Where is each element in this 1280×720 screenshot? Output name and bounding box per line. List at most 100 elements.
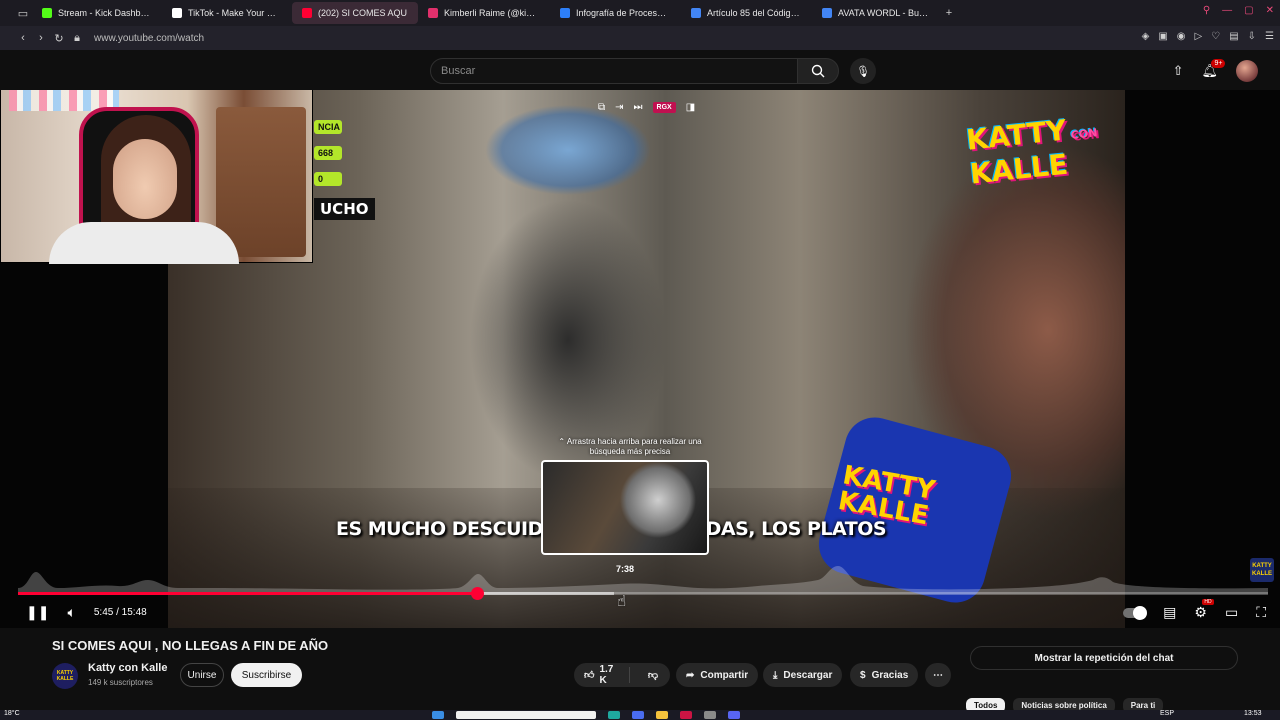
tab-label: TikTok - Make Your Day — [188, 8, 282, 18]
tab-label: AVATA WORDL - Buscar c — [838, 8, 930, 18]
progress-scrubber[interactable] — [471, 587, 484, 600]
thanks-button[interactable]: $ Gracias — [850, 663, 919, 687]
screenshot-icon[interactable]: ▣ — [1158, 31, 1167, 42]
join-button[interactable]: Unirse — [180, 663, 224, 687]
windows-start-icon[interactable] — [432, 711, 444, 719]
upload-icon[interactable]: ⇧ — [1173, 63, 1184, 79]
search-input[interactable]: Buscar — [430, 58, 798, 84]
minimize-icon[interactable]: — — [1222, 5, 1232, 16]
download-label: Descargar — [783, 669, 833, 681]
forward-icon[interactable]: › — [32, 32, 50, 44]
tab-youtube[interactable]: (202) SI COMES AQU — [292, 2, 418, 24]
channel-watermark[interactable]: KATTY KALLE — [1250, 558, 1274, 582]
volume-icon[interactable]: 🔈︎ — [67, 604, 75, 621]
reload-icon[interactable]: ↻ — [50, 32, 68, 45]
time-display: 5:45 / 15:48 — [93, 607, 147, 618]
popout-icon[interactable]: ⧉ — [598, 102, 605, 113]
subscribe-button[interactable]: Suscribirse — [231, 663, 302, 687]
maximize-icon[interactable]: ▢ — [1244, 5, 1253, 16]
search-tabs-icon[interactable]: ⚲ — [1203, 5, 1210, 16]
player-controls: ❚❚ 🔈︎ 5:45 / 15:48 ▤ ⚙ HD ▭ ⛶ — [0, 599, 1280, 628]
more-actions-button[interactable]: ⋯ — [925, 663, 951, 687]
taskbar-apps — [432, 711, 740, 719]
download-icon: ⤓ — [773, 669, 778, 681]
tiktok-icon — [172, 8, 182, 18]
notification-badge: 9+ — [1211, 59, 1226, 68]
fullscreen-icon[interactable]: ⛶ — [1256, 604, 1266, 621]
back-icon[interactable]: ‹ — [14, 32, 32, 44]
discord-icon[interactable] — [728, 711, 740, 719]
wallet-icon[interactable]: ▤ — [1229, 31, 1238, 42]
share-icon: ➦ — [686, 669, 695, 681]
rgx-button[interactable]: RGX — [652, 102, 676, 113]
theater-mode-icon[interactable]: ▭ — [1225, 604, 1238, 621]
tab-kick[interactable]: Stream - Kick Dashboard — [32, 2, 162, 24]
header-actions: ⇧ 🔔︎ 9+ — [1173, 59, 1258, 82]
streamer-webcam-overlay — [0, 90, 313, 264]
opera-icon[interactable] — [680, 711, 692, 719]
browser-tab-bar: ▭ Stream - Kick Dashboard TikTok - Make … — [0, 0, 1280, 26]
tab-articulo[interactable]: Artículo 85 del Código P — [681, 2, 812, 24]
google-icon — [822, 8, 832, 18]
download-icon[interactable]: ⇩ — [1248, 31, 1256, 42]
thumbs-down-icon: 👎︎ — [647, 670, 658, 681]
store-icon[interactable] — [632, 711, 644, 719]
tab-instagram[interactable]: Kimberli Raime (@kimica — [418, 2, 550, 24]
dislike-button[interactable]: 👎︎ — [636, 669, 670, 681]
like-button[interactable]: 👍︎ 1.7 K — [574, 664, 630, 686]
tab-label: Kimberli Raime (@kimica — [444, 8, 540, 18]
pause-icon[interactable]: ❚❚ — [26, 604, 49, 621]
miniplayer-icon[interactable]: ◨ — [686, 102, 695, 113]
sidebar-icon[interactable]: ☰ — [1265, 31, 1274, 42]
share-label: Compartir — [700, 669, 749, 681]
thumbs-up-icon: 👍︎ — [584, 670, 595, 681]
tab-avata[interactable]: AVATA WORDL - Buscar c — [812, 2, 940, 24]
ticker-caption: UCHO — [314, 198, 375, 220]
microphone-icon: 🎙︎ — [856, 65, 870, 78]
tab-overview-icon[interactable]: ▭ — [14, 7, 32, 20]
search-button[interactable] — [797, 58, 839, 84]
close-icon[interactable]: ✕ — [1266, 5, 1274, 16]
files-icon[interactable] — [656, 711, 668, 719]
channel-name[interactable]: Katty con Kalle — [88, 662, 167, 674]
weather-widget[interactable]: 18°C — [4, 710, 20, 717]
tab-label: (202) SI COMES AQU — [318, 8, 408, 18]
bookmark-icon[interactable]: ◈ — [1142, 31, 1150, 42]
language-indicator[interactable]: ESP — [1160, 710, 1174, 717]
url-field[interactable]: www.youtube.com/watch — [94, 33, 204, 44]
channel-avatar[interactable]: KATTY KALLE — [52, 663, 78, 689]
autoplay-toggle[interactable] — [1123, 605, 1148, 620]
show-chat-replay-button[interactable]: Mostrar la repetición del chat — [970, 646, 1238, 670]
gear-icon: ⚙ — [1194, 604, 1207, 620]
like-dislike-group: 👍︎ 1.7 K 👎︎ — [574, 663, 670, 687]
share-button[interactable]: ➦ Compartir — [676, 663, 759, 687]
webcam-streamer-shirt — [49, 222, 239, 264]
account-avatar[interactable] — [1236, 60, 1258, 82]
settings-button[interactable]: ⚙ HD — [1194, 599, 1214, 621]
ticker-chip: 0 — [314, 172, 342, 186]
subscriber-count: 149 k suscriptores — [88, 678, 153, 687]
video-title: SI COMES AQUI , NO LLEGAS A FIN DE AÑO — [52, 638, 329, 653]
play-icon[interactable]: ▷ — [1195, 31, 1203, 42]
webcam-cat-tower — [216, 107, 306, 257]
youtube-header: Buscar 🎙︎ ⇧ 🔔︎ 9+ — [0, 50, 1280, 90]
taskbar-search-icon[interactable] — [456, 711, 596, 719]
system-clock[interactable]: 13:53 — [1244, 710, 1262, 717]
progress-bar[interactable] — [18, 587, 1268, 600]
app-icon[interactable] — [704, 711, 716, 719]
subtitles-icon[interactable]: ▤ — [1163, 604, 1176, 621]
download-button[interactable]: ⤓ Descargar — [763, 663, 843, 687]
exit-icon[interactable]: ⇥ — [615, 102, 623, 113]
heart-icon[interactable]: ♡ — [1211, 31, 1220, 42]
shield-icon[interactable]: ◉ — [1177, 31, 1186, 42]
kick-icon — [42, 8, 52, 18]
new-tab-button[interactable]: + — [940, 7, 958, 19]
edge-icon[interactable] — [608, 711, 620, 719]
skip-next-icon[interactable]: ⏭ — [634, 102, 643, 113]
tab-infografia[interactable]: Infografía de Procesos P — [550, 2, 681, 24]
voice-search-button[interactable]: 🎙︎ — [850, 58, 876, 84]
video-player[interactable]: KATTY KALLE KATTY CON KALLE NCIA 668 0 UCH… — [0, 90, 1280, 628]
tab-tiktok[interactable]: TikTok - Make Your Day — [162, 2, 292, 24]
hd-badge: HD — [1202, 599, 1214, 605]
notifications-button[interactable]: 🔔︎ 9+ — [1201, 59, 1226, 79]
